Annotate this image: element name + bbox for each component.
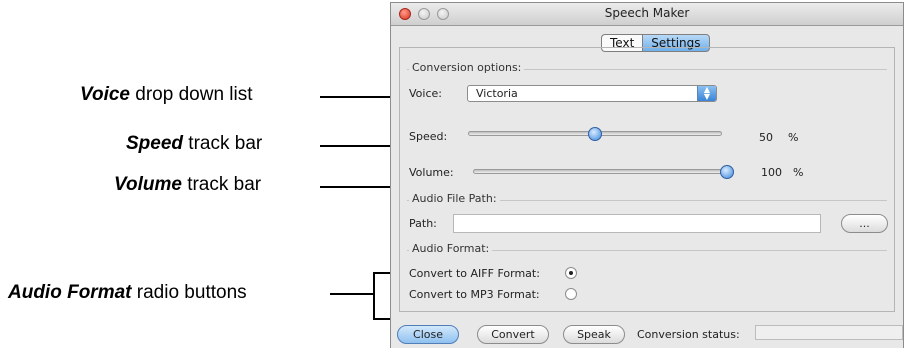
conversion-options-group: Conversion options: [407, 61, 887, 74]
mp3-radio[interactable] [565, 288, 577, 300]
volume-unit: % [793, 166, 804, 179]
speech-maker-window: Speech Maker Text Settings Conversion op… [390, 2, 904, 348]
audio-format-callout: Audio Format radio buttons [8, 282, 247, 304]
aiff-label: Convert to AIFF Format: [409, 267, 540, 280]
audio-format-callout-text: radio buttons [131, 282, 247, 303]
audio-file-path-label: Audio File Path: [409, 192, 500, 205]
voice-dropdown[interactable]: Victoria ▲ ▼ [467, 85, 717, 102]
speed-callout-text: track bar [183, 133, 263, 154]
speed-slider-knob[interactable] [588, 127, 602, 141]
audio-format-callout-bold: Audio Format [8, 282, 132, 303]
volume-value: 100 [761, 166, 782, 179]
speak-button[interactable]: Speak [563, 325, 625, 344]
conversion-status-label: Conversion status: [637, 328, 740, 341]
aiff-radio[interactable] [565, 267, 577, 279]
voice-callout-text: drop down list [130, 84, 253, 105]
speed-unit: % [788, 131, 799, 144]
voice-label: Voice: [409, 87, 442, 100]
audio-file-path-group: Audio File Path: [407, 192, 887, 205]
audio-format-bracket [373, 272, 375, 320]
conversion-status-field [755, 325, 903, 340]
voice-callout: Voice drop down list [80, 84, 253, 106]
voice-callout-bold: Voice [80, 84, 130, 105]
title-bar: Speech Maker [391, 3, 903, 26]
audio-format-callout-line [330, 293, 374, 295]
audio-format-label: Audio Format: [409, 242, 493, 255]
audio-format-group: Audio Format: [407, 242, 887, 255]
conversion-options-label: Conversion options: [409, 61, 525, 74]
path-label: Path: [409, 217, 437, 230]
volume-callout-bold: Volume [114, 174, 182, 195]
browse-button[interactable]: ... [841, 214, 888, 233]
speed-value: 50 [759, 131, 773, 144]
volume-callout: Volume track bar [114, 174, 261, 196]
voice-value: Victoria [476, 87, 518, 100]
volume-label: Volume: [409, 166, 454, 179]
volume-slider-track[interactable] [473, 169, 727, 174]
speed-callout-bold: Speed [126, 133, 184, 154]
volume-slider-knob[interactable] [720, 165, 734, 179]
dropdown-arrows-icon: ▲ ▼ [697, 86, 716, 101]
speed-callout: Speed track bar [126, 133, 262, 155]
speed-label: Speed: [409, 130, 448, 143]
window-title: Speech Maker [604, 6, 690, 20]
volume-callout-text: track bar [181, 174, 262, 195]
path-input[interactable] [453, 214, 821, 233]
mp3-label: Convert to MP3 Format: [409, 288, 540, 301]
convert-button[interactable]: Convert [477, 325, 549, 344]
close-button[interactable]: Close [397, 325, 459, 344]
